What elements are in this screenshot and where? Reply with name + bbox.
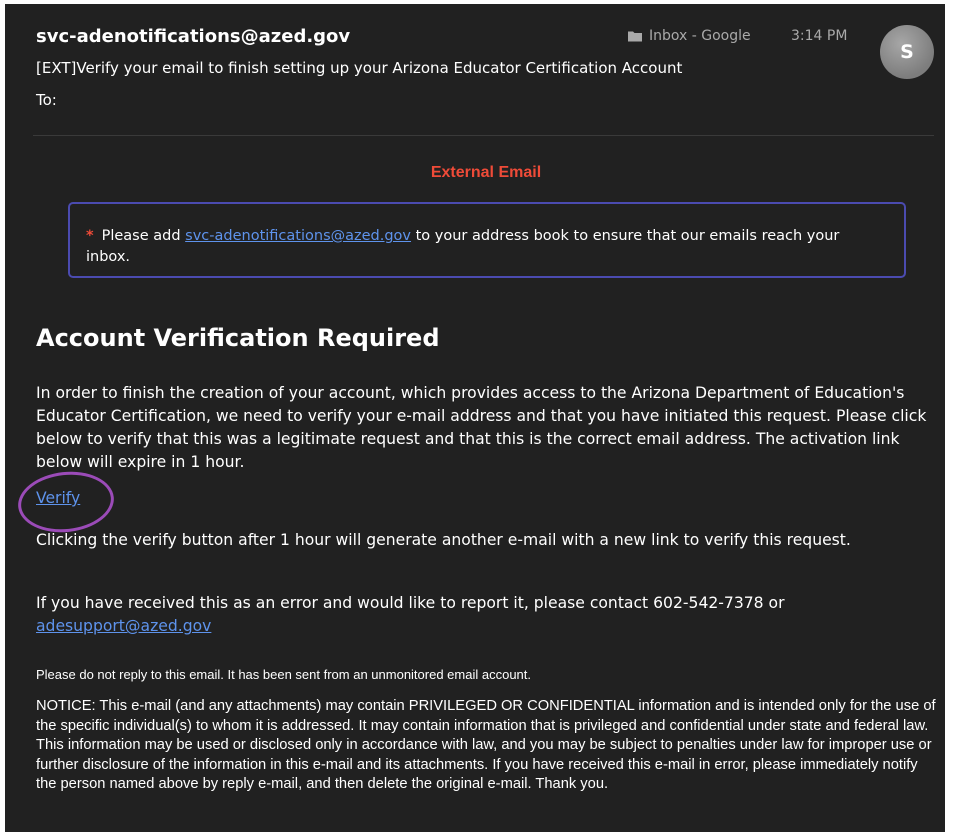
annotation-circle <box>15 467 117 537</box>
received-time: 3:14 PM <box>791 28 848 44</box>
report-text: If you have received this as an error an… <box>36 594 785 612</box>
no-reply-note: Please do not reply to this email. It ha… <box>36 667 531 682</box>
notice-text-before: Please add <box>101 228 186 244</box>
notice-text: * Please add svc-adenotifications@azed.go… <box>86 226 876 268</box>
email-view: svc-adenotifications@azed.gov Inbox - Go… <box>5 4 945 832</box>
instructions-paragraph: In order to finish the creation of your … <box>36 384 927 471</box>
sender-address: svc-adenotifications@azed.gov <box>36 26 351 47</box>
page-title: Account Verification Required <box>36 324 440 352</box>
mailbox-name: Inbox - Google <box>649 28 751 44</box>
sender-email-link[interactable]: svc-adenotifications@azed.gov <box>185 228 411 244</box>
folder-icon <box>627 28 643 44</box>
email-subject: [EXT]Verify your email to finish setting… <box>36 59 683 77</box>
sender-avatar[interactable]: S <box>880 25 934 79</box>
asterisk-icon: * <box>86 228 94 244</box>
mailbox-label[interactable]: Inbox - Google <box>627 28 751 44</box>
support-email-link[interactable]: adesupport@azed.gov <box>36 617 211 635</box>
external-email-label: External Email <box>430 164 542 181</box>
header-divider <box>33 135 934 136</box>
address-book-notice: * Please add svc-adenotifications@azed.go… <box>68 202 906 278</box>
report-paragraph: If you have received this as an error an… <box>36 592 941 638</box>
to-label: To: <box>36 91 57 109</box>
legal-notice: NOTICE: This e-mail (and any attachments… <box>36 698 936 792</box>
expiry-paragraph: Clicking the verify button after 1 hour … <box>36 531 851 549</box>
